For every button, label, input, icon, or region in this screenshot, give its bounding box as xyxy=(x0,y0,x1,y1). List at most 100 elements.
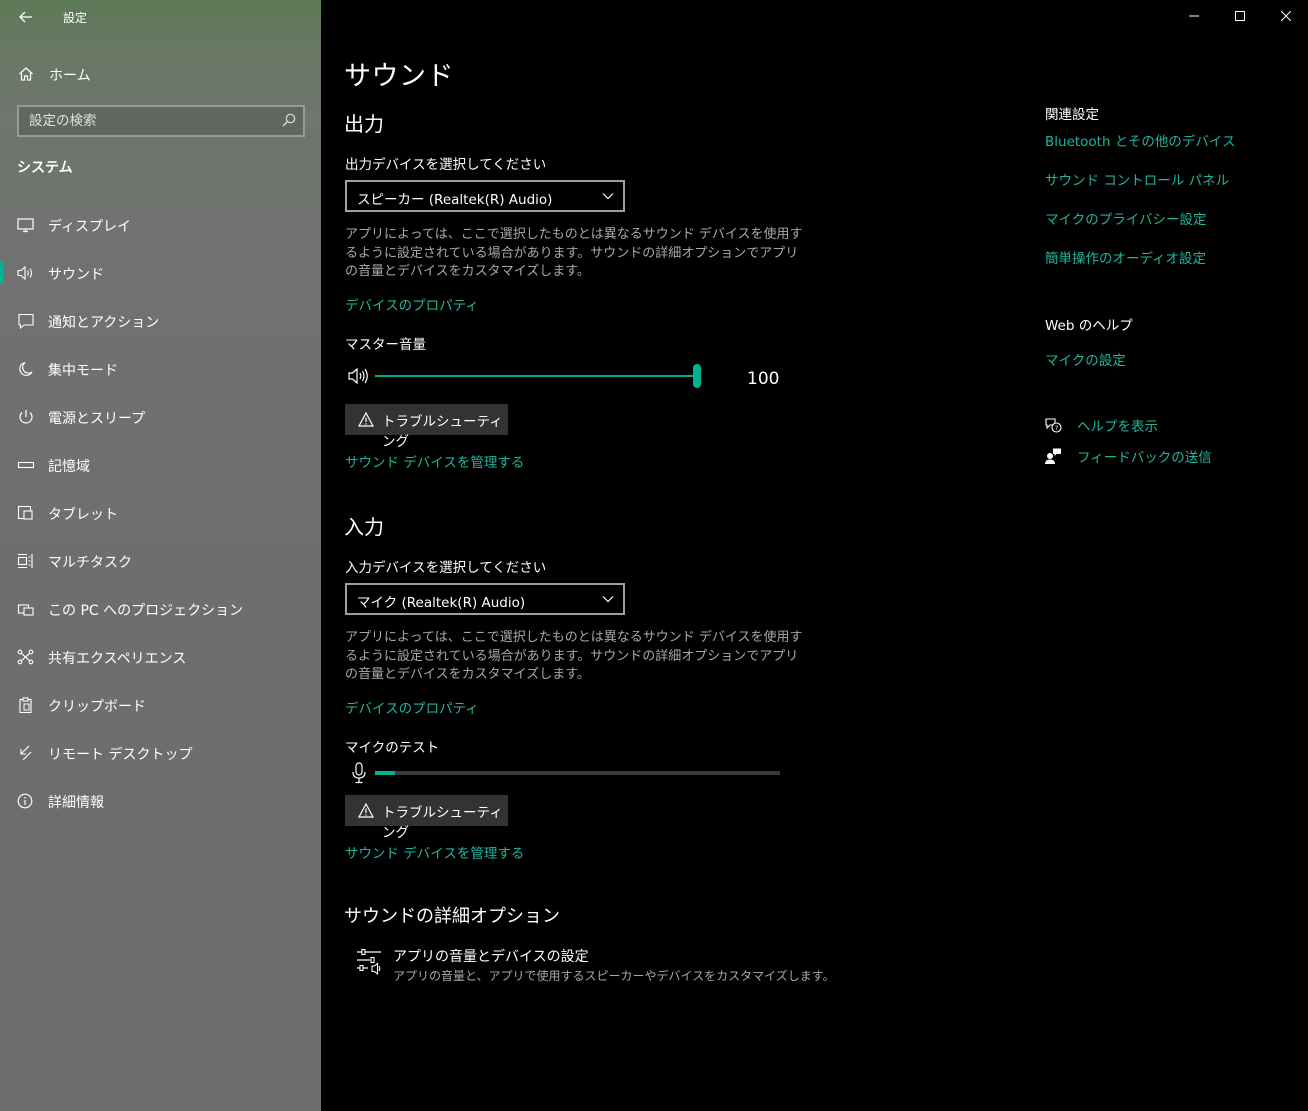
output-heading: 出力 xyxy=(344,112,384,136)
output-manage-devices-link[interactable]: サウンド デバイスを管理する xyxy=(345,451,524,471)
output-description: アプリによっては、ここで選択したものとは異なるサウンド デバイスを使用するように… xyxy=(345,227,803,279)
title-bar: 設定 xyxy=(0,0,321,36)
svg-text:?: ? xyxy=(1055,424,1058,432)
sidebar-item-label: クリップボード xyxy=(48,699,146,715)
chevron-down-icon xyxy=(602,193,614,200)
multitask-icon xyxy=(17,553,33,569)
advanced-heading: サウンドの詳細オプション xyxy=(344,906,560,927)
sidebar-item-tablet[interactable]: タブレット xyxy=(0,493,321,533)
master-volume-slider[interactable] xyxy=(375,364,701,388)
chevron-down-icon xyxy=(602,596,614,603)
send-feedback-link[interactable]: フィードバックの送信 xyxy=(1077,446,1212,466)
remote-desktop-icon xyxy=(20,745,32,761)
output-device-dropdown[interactable]: スピーカー (Realtek(R) Audio) xyxy=(345,180,625,212)
search-box xyxy=(17,105,305,137)
troubleshoot-label: トラブルシューティング xyxy=(382,414,503,450)
web-help-heading: Web のヘルプ xyxy=(1045,318,1133,334)
search-input[interactable] xyxy=(19,107,269,135)
input-troubleshoot-button[interactable]: トラブルシューティング xyxy=(345,795,508,841)
sidebar-home-label: ホーム xyxy=(49,68,91,84)
mic-test-label: マイクのテスト xyxy=(345,740,440,756)
troubleshoot-label: トラブルシューティング xyxy=(382,805,503,841)
sidebar-item-label: 共有エクスペリエンス xyxy=(48,651,187,667)
volume-value: 100 xyxy=(747,369,780,389)
warning-icon xyxy=(358,803,374,818)
page-title: サウンド xyxy=(344,61,454,92)
sidebar: 設定 ホーム システム ディスプレイ サウンド 通知とアクション 集中モード 電 xyxy=(0,0,321,1111)
warning-icon xyxy=(358,412,374,427)
sidebar-item-projection[interactable]: この PC へのプロジェクション xyxy=(0,589,321,629)
close-icon xyxy=(1281,11,1291,21)
get-help-link[interactable]: ヘルプを表示 xyxy=(1077,415,1158,435)
sidebar-item-label: サウンド xyxy=(48,267,104,283)
speaker-icon[interactable] xyxy=(348,367,370,385)
sidebar-item-about[interactable]: 詳細情報 xyxy=(0,781,321,821)
sidebar-item-focus[interactable]: 集中モード xyxy=(0,349,321,389)
power-icon xyxy=(19,410,33,424)
sidebar-item-clipboard[interactable]: クリップボード xyxy=(0,685,321,725)
sidebar-item-label: この PC へのプロジェクション xyxy=(48,603,244,619)
web-help-link-mic-settings[interactable]: マイクの設定 xyxy=(1045,349,1126,369)
sidebar-item-shared[interactable]: 共有エクスペリエンス xyxy=(0,637,321,677)
close-button[interactable] xyxy=(1263,0,1308,32)
sidebar-item-label: ディスプレイ xyxy=(48,219,132,235)
mic-level-fill xyxy=(375,771,395,775)
sidebar-item-label: 集中モード xyxy=(48,363,118,379)
help-chat-icon: ? xyxy=(1045,418,1062,433)
storage-icon xyxy=(17,461,35,469)
input-device-dropdown[interactable]: マイク (Realtek(R) Audio) xyxy=(345,583,625,615)
shared-icon xyxy=(17,649,34,665)
master-volume-label: マスター音量 xyxy=(345,337,426,353)
sidebar-item-remote-desktop[interactable]: リモート デスクトップ xyxy=(0,733,321,773)
sidebar-item-notifications[interactable]: 通知とアクション xyxy=(0,301,321,341)
sidebar-item-label: 詳細情報 xyxy=(48,795,104,811)
home-icon xyxy=(19,67,33,81)
sidebar-item-label: 通知とアクション xyxy=(48,315,160,331)
clipboard-icon xyxy=(19,697,32,713)
input-device-properties-link[interactable]: デバイスのプロパティ xyxy=(345,697,479,717)
input-select-label: 入力デバイスを選択してください xyxy=(345,560,547,576)
sidebar-item-storage[interactable]: 記憶域 xyxy=(0,445,321,485)
speaker-icon xyxy=(17,265,33,281)
output-device-properties-link[interactable]: デバイスのプロパティ xyxy=(345,294,479,314)
sidebar-section-label: システム xyxy=(17,160,73,176)
input-device-value: マイク (Realtek(R) Audio) xyxy=(357,595,526,611)
input-heading: 入力 xyxy=(344,515,384,539)
display-icon xyxy=(17,218,34,233)
output-select-label: 出力デバイスを選択してください xyxy=(345,157,547,173)
related-link-sound-control-panel[interactable]: サウンド コントロール パネル xyxy=(1045,169,1229,189)
related-settings-heading: 関連設定 xyxy=(1045,107,1099,123)
related-link-bluetooth[interactable]: Bluetooth とその他のデバイス xyxy=(1045,130,1236,150)
input-manage-devices-link[interactable]: サウンド デバイスを管理する xyxy=(345,842,524,862)
input-description: アプリによっては、ここで選択したものとは異なるサウンド デバイスを使用するように… xyxy=(345,630,803,682)
related-link-ease-of-access-audio[interactable]: 簡単操作のオーディオ設定 xyxy=(1045,247,1206,267)
sidebar-item-label: リモート デスクトップ xyxy=(48,747,193,763)
output-troubleshoot-button[interactable]: トラブルシューティング xyxy=(345,404,508,450)
sidebar-item-sound[interactable]: サウンド xyxy=(0,253,321,293)
info-icon xyxy=(17,793,33,809)
sidebar-item-multitask[interactable]: マルチタスク xyxy=(0,541,321,581)
active-indicator xyxy=(0,262,4,284)
output-device-value: スピーカー (Realtek(R) Audio) xyxy=(357,192,553,208)
mixer-icon xyxy=(357,948,381,976)
volume-slider-fill xyxy=(375,375,697,377)
feedback-icon xyxy=(1045,448,1061,464)
minimize-button[interactable] xyxy=(1171,0,1217,32)
sidebar-item-power[interactable]: 電源とスリープ xyxy=(0,397,321,437)
minimize-icon xyxy=(1189,15,1199,17)
sidebar-item-home[interactable]: ホーム xyxy=(0,58,321,90)
search-icon[interactable] xyxy=(282,113,296,127)
volume-slider-thumb[interactable] xyxy=(693,364,701,388)
mic-level-meter xyxy=(375,771,780,775)
maximize-button[interactable] xyxy=(1217,0,1263,32)
tablet-icon xyxy=(17,505,33,520)
sidebar-item-display[interactable]: ディスプレイ xyxy=(0,205,321,245)
sidebar-item-label: マルチタスク xyxy=(48,555,132,571)
projection-icon xyxy=(17,604,34,616)
related-link-mic-privacy[interactable]: マイクのプライバシー設定 xyxy=(1045,208,1206,228)
sidebar-item-label: タブレット xyxy=(48,507,118,523)
notification-icon xyxy=(18,313,34,329)
moon-icon xyxy=(19,361,33,376)
back-button[interactable] xyxy=(14,6,38,28)
sidebar-item-label: 電源とスリープ xyxy=(48,411,146,427)
